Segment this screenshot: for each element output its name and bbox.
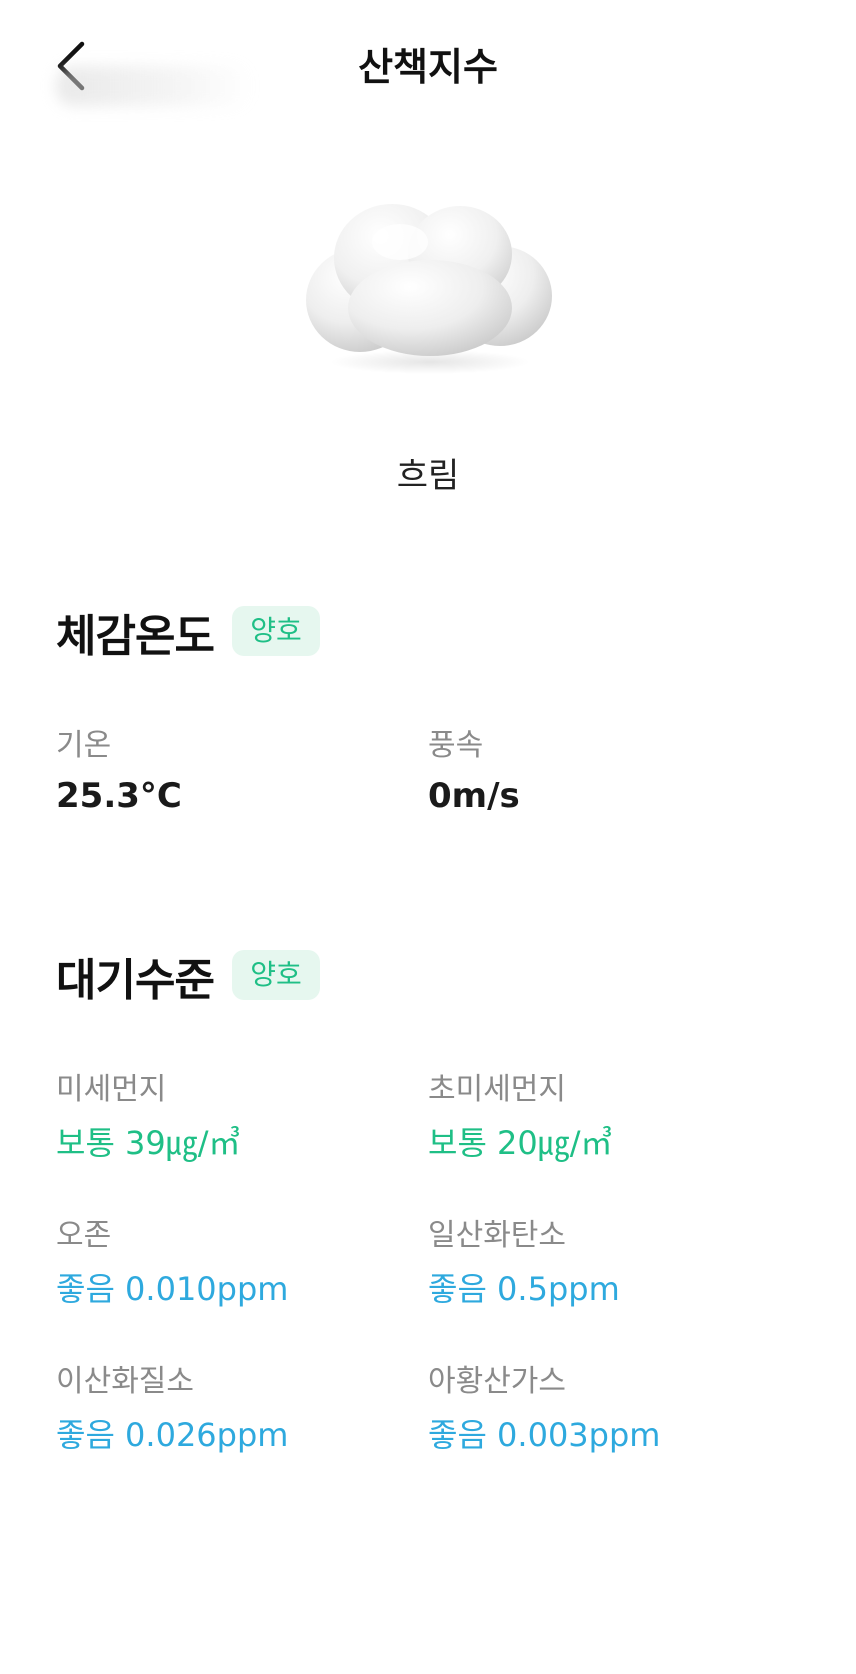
wind-speed-value: 0m/s: [428, 776, 520, 816]
air-quality-status-badge: 양호: [232, 950, 320, 1000]
ozone-value: 좋음 0.010ppm: [56, 1270, 289, 1308]
temperature-label: 기온: [56, 728, 112, 763]
air-quality-title: 대기수준: [56, 955, 215, 1006]
wind-speed-label: 풍속: [428, 728, 484, 763]
feels-like-title: 체감온도: [56, 611, 215, 662]
ozone-label: 오존: [56, 1218, 112, 1253]
page-title: 산책지수: [358, 45, 498, 89]
weather-condition: 흐림: [396, 456, 460, 496]
carbon-monoxide-label: 일산화탄소: [428, 1218, 566, 1253]
temperature-value: 25.3°C: [56, 776, 182, 816]
ultrafine-dust-value: 보통 20㎍/㎥: [428, 1124, 613, 1162]
fine-dust-label: 미세먼지: [56, 1072, 167, 1107]
carbon-monoxide-value: 좋음 0.5ppm: [428, 1270, 620, 1308]
nitrogen-dioxide-label: 이산화질소: [56, 1364, 194, 1399]
header: 산책지수: [0, 0, 856, 130]
ultrafine-dust-label: 초미세먼지: [428, 1072, 566, 1107]
sulfur-dioxide-value: 좋음 0.003ppm: [428, 1416, 661, 1454]
feels-like-status-badge: 양호: [232, 606, 320, 656]
nitrogen-dioxide-value: 좋음 0.026ppm: [56, 1416, 289, 1454]
sulfur-dioxide-label: 아황산가스: [428, 1364, 566, 1399]
fine-dust-value: 보통 39㎍/㎥: [56, 1124, 241, 1162]
cloud-icon: [300, 190, 560, 380]
